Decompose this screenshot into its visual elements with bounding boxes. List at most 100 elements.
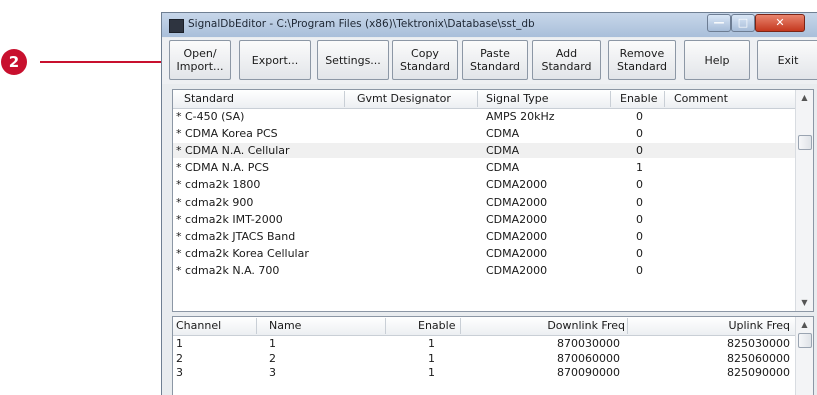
enable-cell: 0 bbox=[636, 178, 643, 192]
standard-row[interactable]: * cdma2k IMT-2000 CDMA2000 0 bbox=[173, 212, 795, 227]
scroll-down-icon[interactable]: ▼ bbox=[796, 296, 813, 310]
signal-type-cell: CDMA2000 bbox=[486, 178, 548, 192]
standard-cell: * cdma2k 900 bbox=[176, 195, 254, 209]
remove-standard-button[interactable]: Remove Standard bbox=[608, 40, 676, 80]
enable-cell: 0 bbox=[636, 212, 643, 226]
standard-row[interactable]: * cdma2k JTACS Band CDMA2000 0 bbox=[173, 229, 795, 244]
callout-badge: 2 bbox=[1, 49, 27, 75]
standard-row[interactable]: * C-450 (SA) AMPS 20kHz 0 bbox=[173, 109, 795, 124]
button-label: Exit bbox=[777, 53, 799, 67]
open-import-button[interactable]: Open/Import... bbox=[169, 40, 231, 80]
signal-type-cell: CDMA2000 bbox=[486, 229, 548, 243]
scroll-up-icon[interactable]: ▲ bbox=[796, 318, 813, 332]
standard-cell: * cdma2k 1800 bbox=[176, 178, 261, 192]
enable-cell: 1 bbox=[636, 161, 643, 175]
help-button[interactable]: Help bbox=[684, 40, 750, 80]
title-bar[interactable]: SignalDbEditor - C:\Program Files (x86)\… bbox=[162, 13, 817, 37]
add-standard-button[interactable]: Add Standard bbox=[532, 40, 601, 80]
signal-db-editor-window: SignalDbEditor - C:\Program Files (x86)\… bbox=[161, 12, 817, 395]
button-label: Copy Standard bbox=[399, 47, 451, 73]
name-cell: 2 bbox=[269, 351, 276, 365]
standards-vertical-scrollbar[interactable]: ▲ ▼ bbox=[795, 90, 813, 311]
standard-cell: * CDMA N.A. Cellular bbox=[176, 144, 290, 158]
standard-row[interactable]: * cdma2k N.A. 700 CDMA2000 0 bbox=[173, 263, 795, 278]
settings-button[interactable]: Settings... bbox=[317, 40, 389, 80]
column-header-uplink-freq[interactable]: Uplink Freq bbox=[728, 319, 790, 332]
channels-vertical-scrollbar[interactable]: ▲ bbox=[795, 317, 813, 395]
toolbar: Open/Import... Export... Settings... Cop… bbox=[162, 38, 817, 84]
channel-row[interactable]: 1 1 1 870030000 825030000 bbox=[173, 336, 795, 351]
column-header-gvmt-designator[interactable]: Gvmt Designator bbox=[357, 92, 451, 105]
standard-row[interactable]: * CDMA Korea PCS CDMA 0 bbox=[173, 126, 795, 141]
window-title: SignalDbEditor - C:\Program Files (x86)\… bbox=[188, 18, 535, 30]
button-label: Help bbox=[704, 53, 730, 67]
channel-cell: 2 bbox=[176, 351, 183, 365]
standard-cell: * CDMA Korea PCS bbox=[176, 127, 278, 141]
button-label: Add Standard bbox=[541, 47, 592, 73]
channel-cell: 3 bbox=[176, 366, 183, 379]
uplink-freq-cell: 825060000 bbox=[727, 351, 790, 365]
downlink-freq-cell: 870060000 bbox=[557, 351, 620, 365]
signal-type-cell: CDMA bbox=[486, 161, 520, 175]
column-header-enable[interactable]: Enable bbox=[620, 92, 657, 105]
signal-type-cell: CDMA bbox=[486, 144, 520, 158]
channels-table[interactable]: Channel Name Enable Downlink Freq Uplink… bbox=[172, 316, 814, 395]
standards-header-row: Standard Gvmt Designator Signal Type Ena… bbox=[173, 90, 795, 109]
standard-cell: * cdma2k Korea Cellular bbox=[176, 246, 309, 260]
enable-cell: 0 bbox=[636, 263, 643, 277]
standard-row[interactable]: * cdma2k 1800 CDMA2000 0 bbox=[173, 177, 795, 192]
column-header-enable[interactable]: Enable bbox=[418, 319, 455, 332]
enable-cell: 0 bbox=[636, 110, 643, 123]
maximize-button[interactable]: □ bbox=[731, 14, 755, 32]
column-header-standard[interactable]: Standard bbox=[184, 92, 234, 105]
standard-row[interactable]: * cdma2k Korea Cellular CDMA2000 0 bbox=[173, 246, 795, 261]
minimize-button[interactable]: — bbox=[707, 14, 731, 32]
close-icon: ✕ bbox=[775, 16, 785, 29]
enable-cell: 1 bbox=[428, 366, 435, 379]
signal-type-cell: CDMA2000 bbox=[486, 246, 548, 260]
standard-cell: * CDMA N.A. PCS bbox=[176, 161, 270, 175]
enable-cell: 0 bbox=[636, 246, 643, 260]
standard-cell: * cdma2k JTACS Band bbox=[176, 229, 296, 243]
copy-standard-button[interactable]: Copy Standard bbox=[392, 40, 458, 80]
app-icon bbox=[169, 19, 184, 33]
scroll-thumb[interactable] bbox=[798, 135, 812, 150]
button-label: Paste Standard bbox=[469, 47, 521, 73]
paste-standard-button[interactable]: Paste Standard bbox=[462, 40, 528, 80]
channel-cell: 1 bbox=[176, 337, 183, 350]
scroll-up-icon[interactable]: ▲ bbox=[796, 91, 813, 105]
column-header-name[interactable]: Name bbox=[269, 319, 301, 332]
channel-row[interactable]: 3 3 1 870090000 825090000 bbox=[173, 365, 795, 380]
scroll-thumb[interactable] bbox=[798, 333, 812, 348]
export-button[interactable]: Export... bbox=[239, 40, 311, 80]
uplink-freq-cell: 825030000 bbox=[727, 337, 790, 350]
button-label: Settings... bbox=[325, 53, 381, 67]
exit-button[interactable]: Exit bbox=[757, 40, 817, 80]
signal-type-cell: CDMA2000 bbox=[486, 195, 548, 209]
enable-cell: 0 bbox=[636, 195, 643, 209]
column-header-channel[interactable]: Channel bbox=[176, 319, 221, 332]
signal-type-cell: CDMA bbox=[486, 127, 520, 141]
downlink-freq-cell: 870030000 bbox=[557, 337, 620, 350]
name-cell: 3 bbox=[269, 366, 276, 379]
signal-type-cell: CDMA2000 bbox=[486, 263, 548, 277]
signal-type-cell: CDMA2000 bbox=[486, 212, 548, 226]
close-button[interactable]: ✕ bbox=[755, 14, 805, 32]
standards-table[interactable]: Standard Gvmt Designator Signal Type Ena… bbox=[172, 89, 814, 312]
enable-cell: 1 bbox=[428, 337, 435, 350]
maximize-icon: □ bbox=[737, 16, 749, 29]
column-header-downlink-freq[interactable]: Downlink Freq bbox=[547, 319, 625, 332]
button-label: Open/Import... bbox=[176, 47, 224, 73]
standard-row[interactable]: * CDMA N.A. PCS CDMA 1 bbox=[173, 160, 795, 175]
enable-cell: 0 bbox=[636, 127, 643, 141]
channels-header-row: Channel Name Enable Downlink Freq Uplink… bbox=[173, 317, 795, 336]
standard-row[interactable]: * CDMA N.A. Cellular CDMA 0 bbox=[173, 143, 795, 159]
standard-cell: * cdma2k IMT-2000 bbox=[176, 212, 283, 226]
column-header-signal-type[interactable]: Signal Type bbox=[486, 92, 549, 105]
standard-cell: * cdma2k N.A. 700 bbox=[176, 263, 280, 277]
column-header-comment[interactable]: Comment bbox=[674, 92, 728, 105]
name-cell: 1 bbox=[269, 337, 276, 350]
standard-row[interactable]: * cdma2k 900 CDMA2000 0 bbox=[173, 195, 795, 210]
enable-cell: 0 bbox=[636, 144, 643, 158]
channel-row[interactable]: 2 2 1 870060000 825060000 bbox=[173, 351, 795, 366]
